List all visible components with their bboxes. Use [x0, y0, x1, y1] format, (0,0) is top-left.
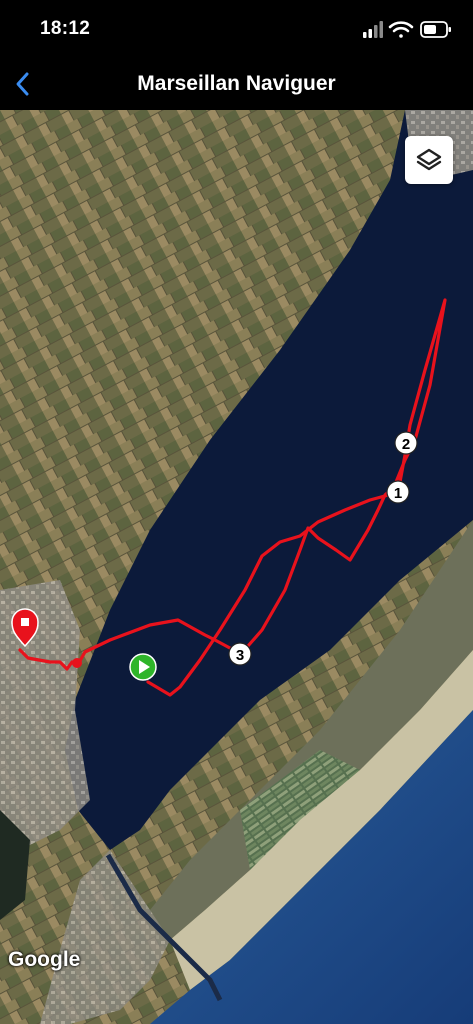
wifi-icon — [388, 21, 414, 38]
status-bar: 18:12 — [0, 0, 473, 60]
page-title: Marseillan Naviguer — [137, 72, 336, 95]
waypoint-1-label: 1 — [394, 485, 402, 502]
waypoint-3-label: 3 — [236, 647, 244, 664]
waypoint-3[interactable]: 3 — [228, 642, 252, 666]
google-attribution: Google — [8, 948, 81, 971]
satellite-map[interactable]: 1 2 3 — [0, 110, 473, 1024]
stop-icon — [21, 618, 29, 626]
cellular-signal-icon — [363, 21, 383, 38]
waypoint-2[interactable]: 2 — [394, 431, 418, 455]
track-end-dot — [72, 658, 82, 668]
map-background — [0, 110, 473, 1024]
start-marker[interactable] — [129, 653, 157, 681]
waypoint-2-label: 2 — [402, 436, 410, 453]
map-layers-button[interactable] — [405, 136, 453, 184]
status-icons — [363, 21, 451, 38]
battery-icon — [420, 21, 451, 38]
waypoint-1[interactable]: 1 — [386, 480, 410, 504]
map-view[interactable]: 1 2 3 Google — [0, 110, 473, 1024]
navigation-bar: Marseillan Naviguer — [0, 60, 473, 110]
status-time: 18:12 — [40, 18, 91, 39]
layers-icon — [416, 148, 442, 171]
